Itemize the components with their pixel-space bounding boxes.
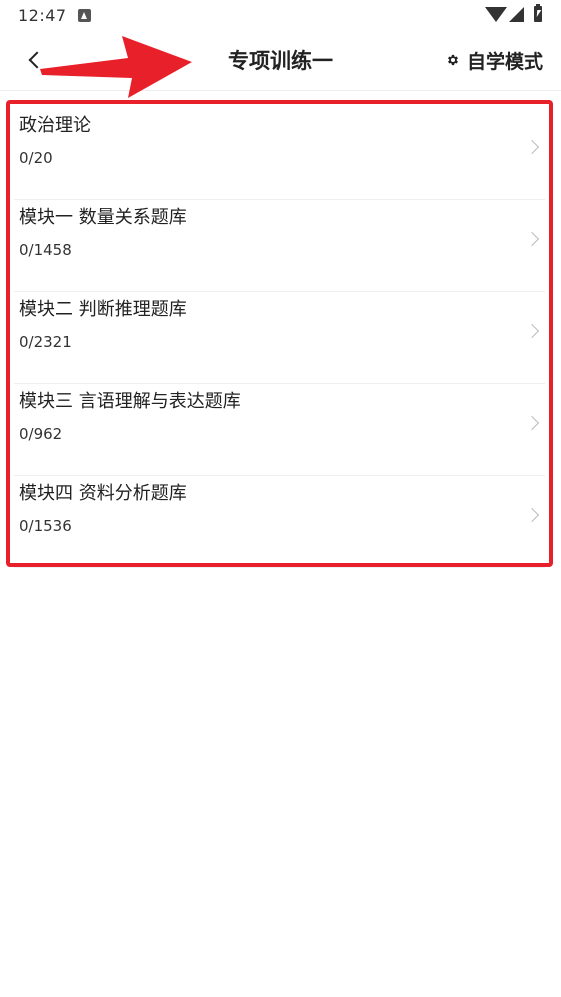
header: 专项训练一 自学模式 <box>0 32 561 91</box>
item-title: 模块三 言语理解与表达题库 <box>19 391 241 412</box>
item-title: 模块二 判断推理题库 <box>19 299 187 320</box>
gear-icon <box>448 54 458 66</box>
list-item[interactable]: 模块二 判断推理题库 0/2321 <box>14 292 545 384</box>
item-progress: 0/20 <box>19 149 53 167</box>
item-progress: 0/2321 <box>19 333 72 351</box>
item-title: 政治理论 <box>19 115 91 136</box>
cell-signal-icon <box>509 7 524 22</box>
study-mode-button[interactable]: 自学模式 <box>446 46 543 74</box>
chevron-right-icon <box>524 139 540 155</box>
item-title: 模块四 资料分析题库 <box>19 483 187 504</box>
app-notification-icon <box>78 9 91 22</box>
chevron-right-icon <box>524 231 540 247</box>
status-time: 12:47 <box>18 6 67 25</box>
list-item[interactable]: 模块四 资料分析题库 0/1536 <box>14 476 545 568</box>
list-item[interactable]: 模块一 数量关系题库 0/1458 <box>14 200 545 292</box>
question-bank-list: 政治理论 0/20 模块一 数量关系题库 0/1458 模块二 判断推理题库 0… <box>14 108 545 568</box>
battery-charging-icon <box>534 4 542 22</box>
chevron-right-icon <box>524 507 540 523</box>
list-item[interactable]: 模块三 言语理解与表达题库 0/962 <box>14 384 545 476</box>
status-bar: 12:47 <box>0 0 561 32</box>
item-progress: 0/962 <box>19 425 63 443</box>
study-mode-label: 自学模式 <box>466 50 543 73</box>
item-progress: 0/1536 <box>19 517 72 535</box>
chevron-right-icon <box>524 415 540 431</box>
item-progress: 0/1458 <box>19 241 72 259</box>
list-item[interactable]: 政治理论 0/20 <box>14 108 545 200</box>
wifi-icon <box>485 7 507 22</box>
item-title: 模块一 数量关系题库 <box>19 207 187 228</box>
chevron-right-icon <box>524 323 540 339</box>
